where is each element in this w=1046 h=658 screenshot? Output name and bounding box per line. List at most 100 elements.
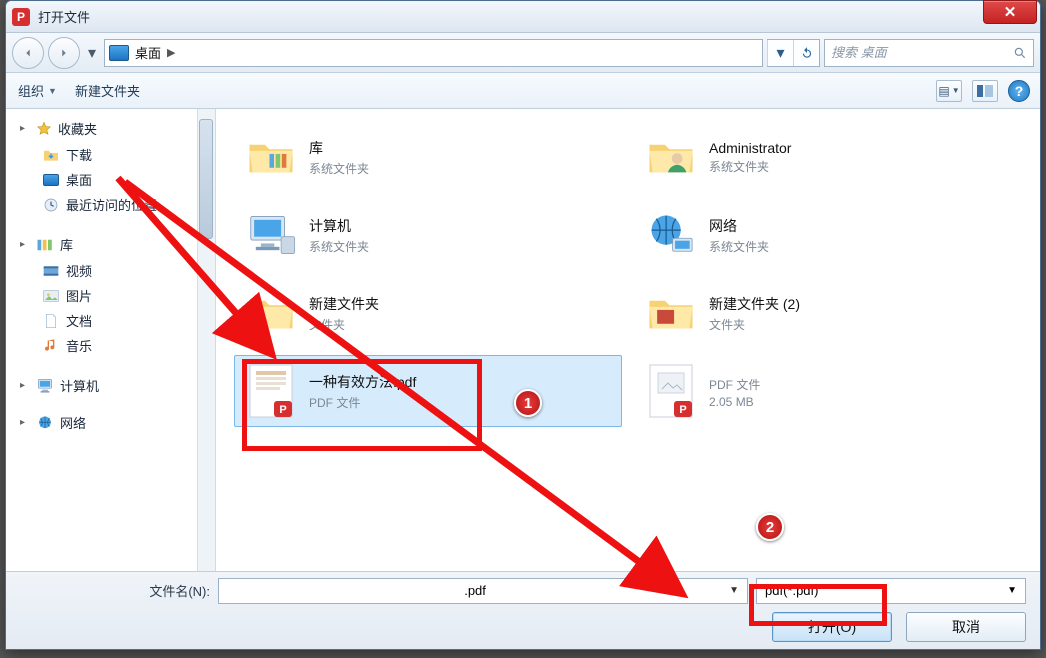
- scrollbar-thumb[interactable]: [199, 119, 213, 239]
- item-size: 2.05 MB: [709, 395, 760, 409]
- preview-pane-button[interactable]: [972, 80, 998, 102]
- item-pdf-2[interactable]: P PDF 文件 2.05 MB: [634, 355, 1022, 427]
- chevron-right-icon: ▸: [20, 417, 30, 428]
- item-subtitle: 文件夹: [309, 316, 379, 333]
- sidebar-item-downloads[interactable]: 下载: [20, 142, 211, 167]
- item-title: Administrator: [709, 140, 791, 156]
- sidebar-computer[interactable]: ▸ 计算机: [20, 376, 211, 395]
- open-file-dialog: P 打开文件 ✕ ▾ 桌面 ▶ ▾ 组: [5, 0, 1041, 650]
- arrow-left-icon: [21, 46, 35, 60]
- open-label: 打开(O): [808, 617, 856, 637]
- file-list: 库 系统文件夹 Administrator 系统文件夹: [216, 109, 1040, 571]
- cancel-label: 取消: [952, 617, 980, 637]
- item-subtitle: 系统文件夹: [309, 160, 369, 177]
- item-title: 网络: [709, 216, 769, 236]
- help-button[interactable]: ?: [1008, 80, 1030, 102]
- new-folder-button[interactable]: 新建文件夹: [75, 81, 140, 100]
- sidebar-item-label: 文档: [66, 311, 92, 330]
- sidebar-item-documents[interactable]: 文档: [20, 308, 211, 333]
- refresh-button[interactable]: [793, 40, 819, 66]
- item-pdf-selected[interactable]: P 一种有效方法.pdf PDF 文件: [234, 355, 622, 427]
- svg-text:P: P: [279, 404, 286, 416]
- cancel-button[interactable]: 取消: [906, 612, 1026, 642]
- window-title: 打开文件: [38, 7, 90, 26]
- filename-input[interactable]: .pdf ▼: [218, 578, 748, 604]
- view-options-button[interactable]: ▤▼: [936, 80, 962, 102]
- item-new-folder-2[interactable]: 新建文件夹 (2) 文件夹: [634, 277, 1022, 349]
- item-libraries[interactable]: 库 系统文件夹: [234, 121, 622, 193]
- dialog-body: ▸ 收藏夹 下载 桌面 最近访问的位置: [6, 109, 1040, 571]
- sidebar-item-pictures[interactable]: 图片: [20, 283, 211, 308]
- sidebar-favorites[interactable]: ▸ 收藏夹: [20, 119, 211, 138]
- item-computer[interactable]: 计算机 系统文件夹: [234, 199, 622, 271]
- folder-icon: [243, 285, 299, 341]
- recent-icon: [42, 197, 60, 213]
- star-icon: [36, 121, 52, 137]
- sidebar-item-music[interactable]: 音乐: [20, 333, 211, 358]
- address-actions: ▾: [767, 39, 820, 67]
- close-button[interactable]: ✕: [983, 0, 1037, 24]
- sidebar-network[interactable]: ▸ 网络: [20, 413, 211, 432]
- sidebar-item-recent[interactable]: 最近访问的位置: [20, 192, 211, 217]
- chevron-down-icon: ▼: [48, 86, 57, 96]
- libraries-icon: [36, 237, 54, 253]
- music-icon: [42, 338, 60, 354]
- address-dropdown[interactable]: ▾: [767, 40, 793, 66]
- search-input[interactable]: [831, 45, 1007, 60]
- sidebar-libraries-label: 库: [60, 235, 73, 254]
- search-box[interactable]: [824, 39, 1034, 67]
- toolbar: 组织 ▼ 新建文件夹 ▤▼ ?: [6, 73, 1040, 109]
- desktop-icon: [109, 45, 129, 61]
- open-button[interactable]: 打开(O): [772, 612, 892, 642]
- nav-history-dropdown[interactable]: ▾: [84, 43, 100, 63]
- help-icon: ?: [1015, 83, 1024, 99]
- item-administrator[interactable]: Administrator 系统文件夹: [634, 121, 1022, 193]
- address-bar[interactable]: 桌面 ▶: [104, 39, 763, 67]
- organize-button[interactable]: 组织 ▼: [18, 81, 57, 100]
- sidebar-computer-label: 计算机: [60, 376, 99, 395]
- pdf-file-icon: P: [243, 363, 299, 419]
- breadcrumb-location[interactable]: 桌面: [135, 43, 161, 62]
- sidebar-item-desktop[interactable]: 桌面: [20, 167, 211, 192]
- sidebar-item-label: 桌面: [66, 170, 92, 189]
- network-icon: [36, 415, 54, 431]
- sidebar-item-label: 音乐: [66, 336, 92, 355]
- forward-button[interactable]: [48, 37, 80, 69]
- nav-sidebar: ▸ 收藏夹 下载 桌面 最近访问的位置: [6, 109, 216, 571]
- sidebar-libraries[interactable]: ▸ 库: [20, 235, 211, 254]
- item-title: 新建文件夹 (2): [709, 294, 800, 314]
- item-title: 库: [309, 138, 369, 158]
- svg-text:P: P: [679, 404, 686, 416]
- item-network[interactable]: 网络 系统文件夹: [634, 199, 1022, 271]
- user-folder-icon: [643, 129, 699, 185]
- sidebar-network-label: 网络: [60, 413, 86, 432]
- filename-label: 文件名(N):: [20, 581, 210, 600]
- filetype-select[interactable]: pdf(*.pdf) ▼: [756, 578, 1026, 604]
- item-title: 一种有效方法.pdf: [309, 372, 416, 392]
- item-title: 新建文件夹: [309, 294, 379, 314]
- sidebar-item-label: 图片: [66, 286, 92, 305]
- folder-icon: [42, 147, 60, 163]
- chevron-down-icon: ▸: [20, 123, 30, 134]
- sidebar-item-label: 最近访问的位置: [66, 195, 157, 214]
- item-title: 计算机: [309, 216, 369, 236]
- new-folder-label: 新建文件夹: [75, 81, 140, 100]
- close-icon: ✕: [1004, 3, 1017, 21]
- sidebar-scrollbar[interactable]: [197, 109, 215, 571]
- filetype-value: pdf(*.pdf): [765, 583, 818, 598]
- chevron-down-icon: ▸: [20, 239, 30, 250]
- sidebar-item-label: 视频: [66, 261, 92, 280]
- item-subtitle: 系统文件夹: [709, 158, 791, 175]
- filename-value: .pdf: [464, 583, 486, 598]
- sidebar-item-videos[interactable]: 视频: [20, 258, 211, 283]
- documents-icon: [42, 313, 60, 329]
- desktop-icon: [42, 172, 60, 188]
- item-new-folder[interactable]: 新建文件夹 文件夹: [234, 277, 622, 349]
- title-bar: P 打开文件 ✕: [6, 1, 1040, 33]
- video-icon: [42, 263, 60, 279]
- computer-icon: [243, 207, 299, 263]
- organize-label: 组织: [18, 81, 44, 100]
- back-button[interactable]: [12, 37, 44, 69]
- item-subtitle: 系统文件夹: [309, 238, 369, 255]
- sidebar-item-label: 下载: [66, 145, 92, 164]
